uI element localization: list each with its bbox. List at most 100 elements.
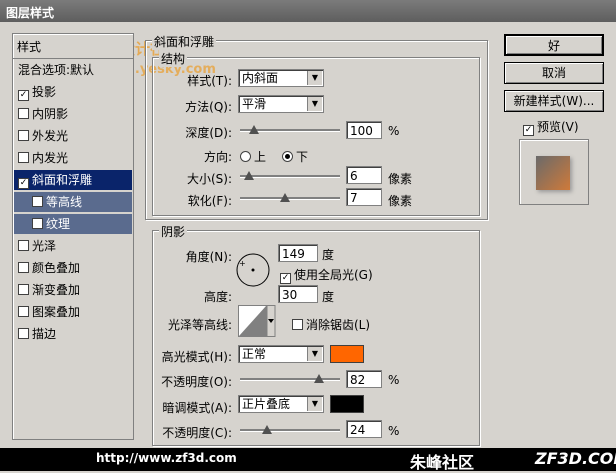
method-label: 方法(Q): bbox=[185, 100, 232, 114]
sidebar-item[interactable]: ✓ 投影 bbox=[14, 82, 132, 102]
ok-button[interactable]: 好 bbox=[504, 34, 604, 56]
style-list-header[interactable]: 样式 bbox=[13, 34, 133, 59]
antialias-option[interactable]: 消除锯齿(L) bbox=[292, 316, 370, 333]
chevron-down-icon: ▼ bbox=[307, 397, 322, 411]
gloss-contour-picker[interactable] bbox=[238, 305, 276, 337]
sidebar-item[interactable]: 图案叠加 bbox=[14, 302, 132, 322]
bevel-style-select[interactable]: 内斜面 ▼ bbox=[238, 69, 324, 87]
soften-slider-thumb[interactable] bbox=[279, 193, 290, 202]
footer-url: http://www.zf3d.com bbox=[96, 451, 237, 465]
sidebar-item-checkbox[interactable] bbox=[18, 328, 29, 339]
sidebar-item-label: 内发光 bbox=[32, 151, 69, 165]
highlight-opacity-unit: % bbox=[388, 373, 400, 387]
sidebar-item-label: 描边 bbox=[32, 327, 57, 341]
sidebar-item[interactable]: 混合选项:默认 bbox=[14, 60, 132, 80]
method-select[interactable]: 平滑 ▼ bbox=[238, 95, 324, 113]
highlight-opacity-thumb[interactable] bbox=[313, 374, 324, 383]
structure-title: 结构 bbox=[159, 50, 188, 67]
shadow-opacity-thumb[interactable] bbox=[261, 425, 272, 434]
direction-up-option[interactable]: 上 bbox=[240, 148, 266, 165]
sidebar-item-checkbox[interactable] bbox=[32, 196, 43, 207]
direction-down-label: 下 bbox=[296, 150, 309, 164]
size-slider-thumb[interactable] bbox=[243, 171, 254, 180]
altitude-label: 高度: bbox=[203, 290, 232, 304]
sidebar-item[interactable]: 等高线 bbox=[14, 192, 132, 212]
sidebar-item-checkbox[interactable]: ✓ bbox=[18, 90, 29, 101]
shadow-opacity-slider[interactable] bbox=[240, 422, 340, 438]
sidebar-item[interactable]: 纹理 bbox=[14, 214, 132, 234]
size-unit: 像素 bbox=[388, 172, 413, 186]
depth-slider[interactable] bbox=[240, 122, 340, 138]
global-light-checkbox[interactable]: ✓ bbox=[280, 273, 291, 284]
sidebar-item-label: 光泽 bbox=[32, 239, 57, 253]
soften-input[interactable]: 7 bbox=[346, 188, 382, 206]
sidebar-item-checkbox[interactable] bbox=[18, 108, 29, 119]
shading-title: 阴影 bbox=[159, 223, 188, 240]
sidebar-item-label: 颜色叠加 bbox=[32, 261, 81, 275]
sidebar-item[interactable]: 颜色叠加 bbox=[14, 258, 132, 278]
style-list: 样式 混合选项:默认 ✓ 投影 内阴影 外发光 内发光 ✓ 斜面和浮雕 等高线 纹理 光泽 颜色叠加渐… bbox=[12, 33, 134, 440]
direction-label: 方向: bbox=[203, 150, 232, 164]
sidebar-item-checkbox[interactable] bbox=[32, 218, 43, 229]
footer-brand: 朱峰社区 bbox=[410, 453, 475, 472]
angle-input[interactable]: 149 bbox=[278, 244, 318, 262]
radio-down[interactable] bbox=[282, 151, 293, 162]
sidebar-item-checkbox[interactable]: ✓ bbox=[18, 178, 29, 189]
direction-down-option[interactable]: 下 bbox=[282, 148, 308, 165]
shadow-mode-label: 暗调模式(A): bbox=[162, 401, 232, 415]
shadow-mode-select[interactable]: 正片叠底 ▼ bbox=[238, 395, 324, 413]
new-style-button[interactable]: 新建样式(W)... bbox=[504, 90, 604, 112]
soften-unit: 像素 bbox=[388, 194, 413, 208]
chevron-down-icon: ▼ bbox=[307, 347, 322, 361]
sidebar-item-checkbox[interactable] bbox=[18, 284, 29, 295]
highlight-opacity-label: 不透明度(O): bbox=[161, 375, 232, 389]
sidebar-item[interactable]: ✓ 斜面和浮雕 bbox=[14, 170, 132, 190]
sidebar-item-checkbox[interactable] bbox=[18, 130, 29, 141]
sidebar-item-checkbox[interactable] bbox=[18, 306, 29, 317]
sidebar-item-label: 外发光 bbox=[32, 129, 69, 143]
shadow-opacity-input[interactable]: 24 bbox=[346, 420, 382, 438]
sidebar-item[interactable]: 描边 bbox=[14, 324, 132, 344]
radio-up[interactable] bbox=[240, 151, 251, 162]
preview-checkbox[interactable]: ✓ bbox=[523, 125, 534, 136]
size-slider[interactable] bbox=[240, 168, 340, 184]
highlight-mode-select[interactable]: 正常 ▼ bbox=[238, 345, 324, 363]
sidebar-item-label: 投影 bbox=[32, 85, 57, 99]
antialias-label: 消除锯齿(L) bbox=[306, 318, 371, 332]
shadow-color-swatch[interactable] bbox=[330, 395, 364, 413]
size-input[interactable]: 6 bbox=[346, 166, 382, 184]
global-light-option[interactable]: ✓ 使用全局光(G) bbox=[280, 266, 373, 284]
preview-option[interactable]: ✓ 预览(V) bbox=[523, 118, 579, 136]
sidebar-item[interactable]: 渐变叠加 bbox=[14, 280, 132, 300]
preview-swatch bbox=[536, 156, 570, 190]
sidebar-item[interactable]: 内发光 bbox=[14, 148, 132, 168]
sidebar-item[interactable]: 外发光 bbox=[14, 126, 132, 146]
altitude-input[interactable]: 30 bbox=[278, 285, 318, 303]
angle-dial[interactable]: + bbox=[234, 252, 272, 288]
sidebar-item-checkbox[interactable] bbox=[18, 262, 29, 273]
footer-site: ZF3D.COM bbox=[535, 449, 616, 468]
sidebar-item-checkbox[interactable] bbox=[18, 152, 29, 163]
altitude-unit: 度 bbox=[322, 290, 335, 304]
soften-slider[interactable] bbox=[240, 190, 340, 206]
highlight-color-swatch[interactable] bbox=[330, 345, 364, 363]
sidebar-item-label: 内阴影 bbox=[32, 107, 69, 121]
highlight-opacity-input[interactable]: 82 bbox=[346, 370, 382, 388]
direction-up-label: 上 bbox=[254, 150, 267, 164]
depth-slider-thumb[interactable] bbox=[249, 125, 259, 134]
slider-track bbox=[240, 197, 340, 200]
sidebar-item[interactable]: 内阴影 bbox=[14, 104, 132, 124]
highlight-mode-label: 高光模式(H): bbox=[161, 350, 232, 364]
shadow-opacity-label: 不透明度(C): bbox=[162, 426, 232, 440]
sidebar-item-label: 斜面和浮雕 bbox=[32, 173, 93, 187]
depth-input[interactable]: 100 bbox=[346, 121, 382, 139]
cancel-button[interactable]: 取消 bbox=[504, 62, 604, 84]
sidebar-item-checkbox[interactable] bbox=[18, 240, 29, 251]
slider-track bbox=[240, 429, 340, 432]
sidebar-item[interactable]: 光泽 bbox=[14, 236, 132, 256]
shadow-mode-value: 正片叠底 bbox=[242, 397, 291, 411]
contour-icon bbox=[238, 305, 276, 337]
antialias-checkbox[interactable] bbox=[292, 319, 303, 330]
depth-unit: % bbox=[388, 124, 400, 138]
highlight-opacity-slider[interactable] bbox=[240, 371, 340, 387]
